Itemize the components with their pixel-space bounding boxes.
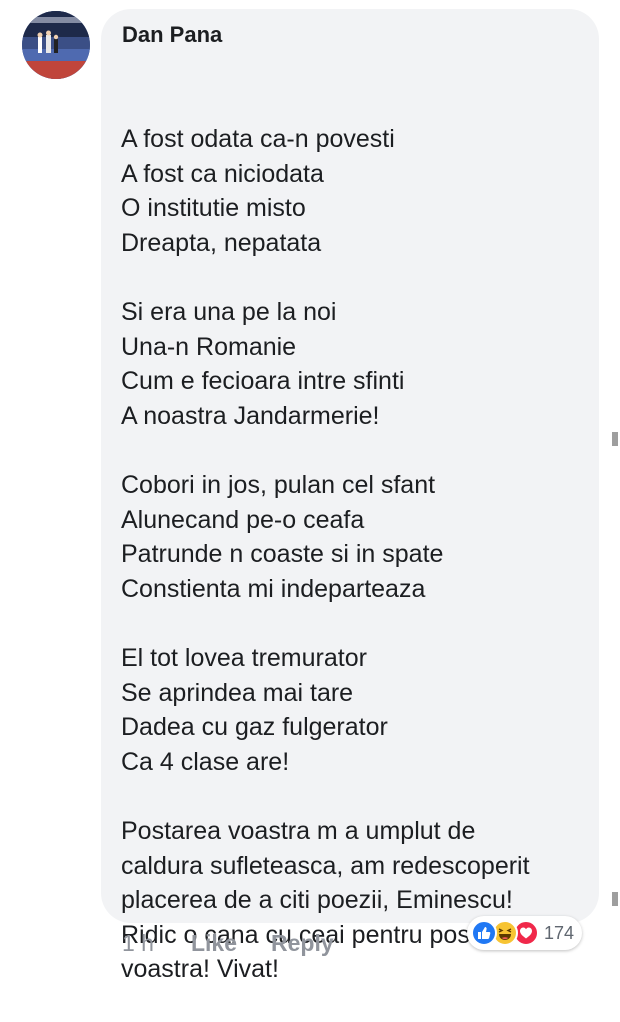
reply-button[interactable]: Reply bbox=[271, 930, 334, 957]
comment-line: Postarea voastra m a umplut de bbox=[121, 817, 476, 846]
like-button[interactable]: Like bbox=[191, 930, 237, 957]
comment-author[interactable]: Dan Pana bbox=[122, 22, 222, 48]
comment-timestamp[interactable]: 1 h bbox=[122, 930, 154, 957]
like-icon bbox=[471, 920, 497, 946]
reactions-summary[interactable]: 174 bbox=[467, 916, 583, 950]
comment-line: Dadea cu gaz fulgerator bbox=[121, 713, 388, 742]
comment-line: El tot lovea tremurator bbox=[121, 644, 367, 673]
comment-line: Una-n Romanie bbox=[121, 332, 297, 361]
comment-line: Cum e fecioara intre sfinti bbox=[121, 367, 405, 396]
comment-line: Constienta mi indeparteaza bbox=[121, 574, 426, 603]
comment-line: caldura sufleteasca, am redescoperit bbox=[121, 851, 530, 880]
comment-body: A fost odata ca-n povesti A fost ca nicio… bbox=[121, 53, 591, 1022]
comment-line: Cobori in jos, pulan cel sfant bbox=[121, 471, 436, 500]
comment-line: O institutie misto bbox=[121, 194, 306, 223]
comment-line: A fost odata ca-n povesti bbox=[121, 125, 395, 154]
comment-actions: 1 h Like Reply bbox=[122, 927, 368, 959]
comment-line: Alunecand pe-o ceafa bbox=[121, 505, 365, 534]
comment-line: A noastra Jandarmerie! bbox=[121, 401, 380, 430]
scrollbar-marker[interactable] bbox=[612, 432, 618, 446]
stanza-break bbox=[121, 607, 591, 642]
stanza-break bbox=[121, 434, 591, 469]
stanza-break bbox=[121, 779, 591, 814]
stanza-break bbox=[121, 261, 591, 296]
reaction-count: 174 bbox=[544, 922, 575, 943]
avatar-photo bbox=[22, 11, 90, 79]
comment-line: Patrunde n coaste si in spate bbox=[121, 540, 444, 569]
comment-lines: A fost odata ca-n povesti A fost ca nicio… bbox=[121, 122, 591, 987]
comment-line: Se aprindea mai tare bbox=[121, 678, 354, 707]
avatar[interactable] bbox=[22, 11, 90, 79]
comment-line: Dreapta, nepatata bbox=[121, 228, 322, 257]
comment-line: Ca 4 clase are! bbox=[121, 747, 290, 776]
comment-line: Si era una pe la noi bbox=[121, 298, 337, 327]
scrollbar-marker[interactable] bbox=[612, 892, 618, 906]
comment-line: A fost ca niciodata bbox=[121, 159, 324, 188]
comment-line: placerea de a citi poezii, Eminescu! bbox=[121, 886, 513, 915]
